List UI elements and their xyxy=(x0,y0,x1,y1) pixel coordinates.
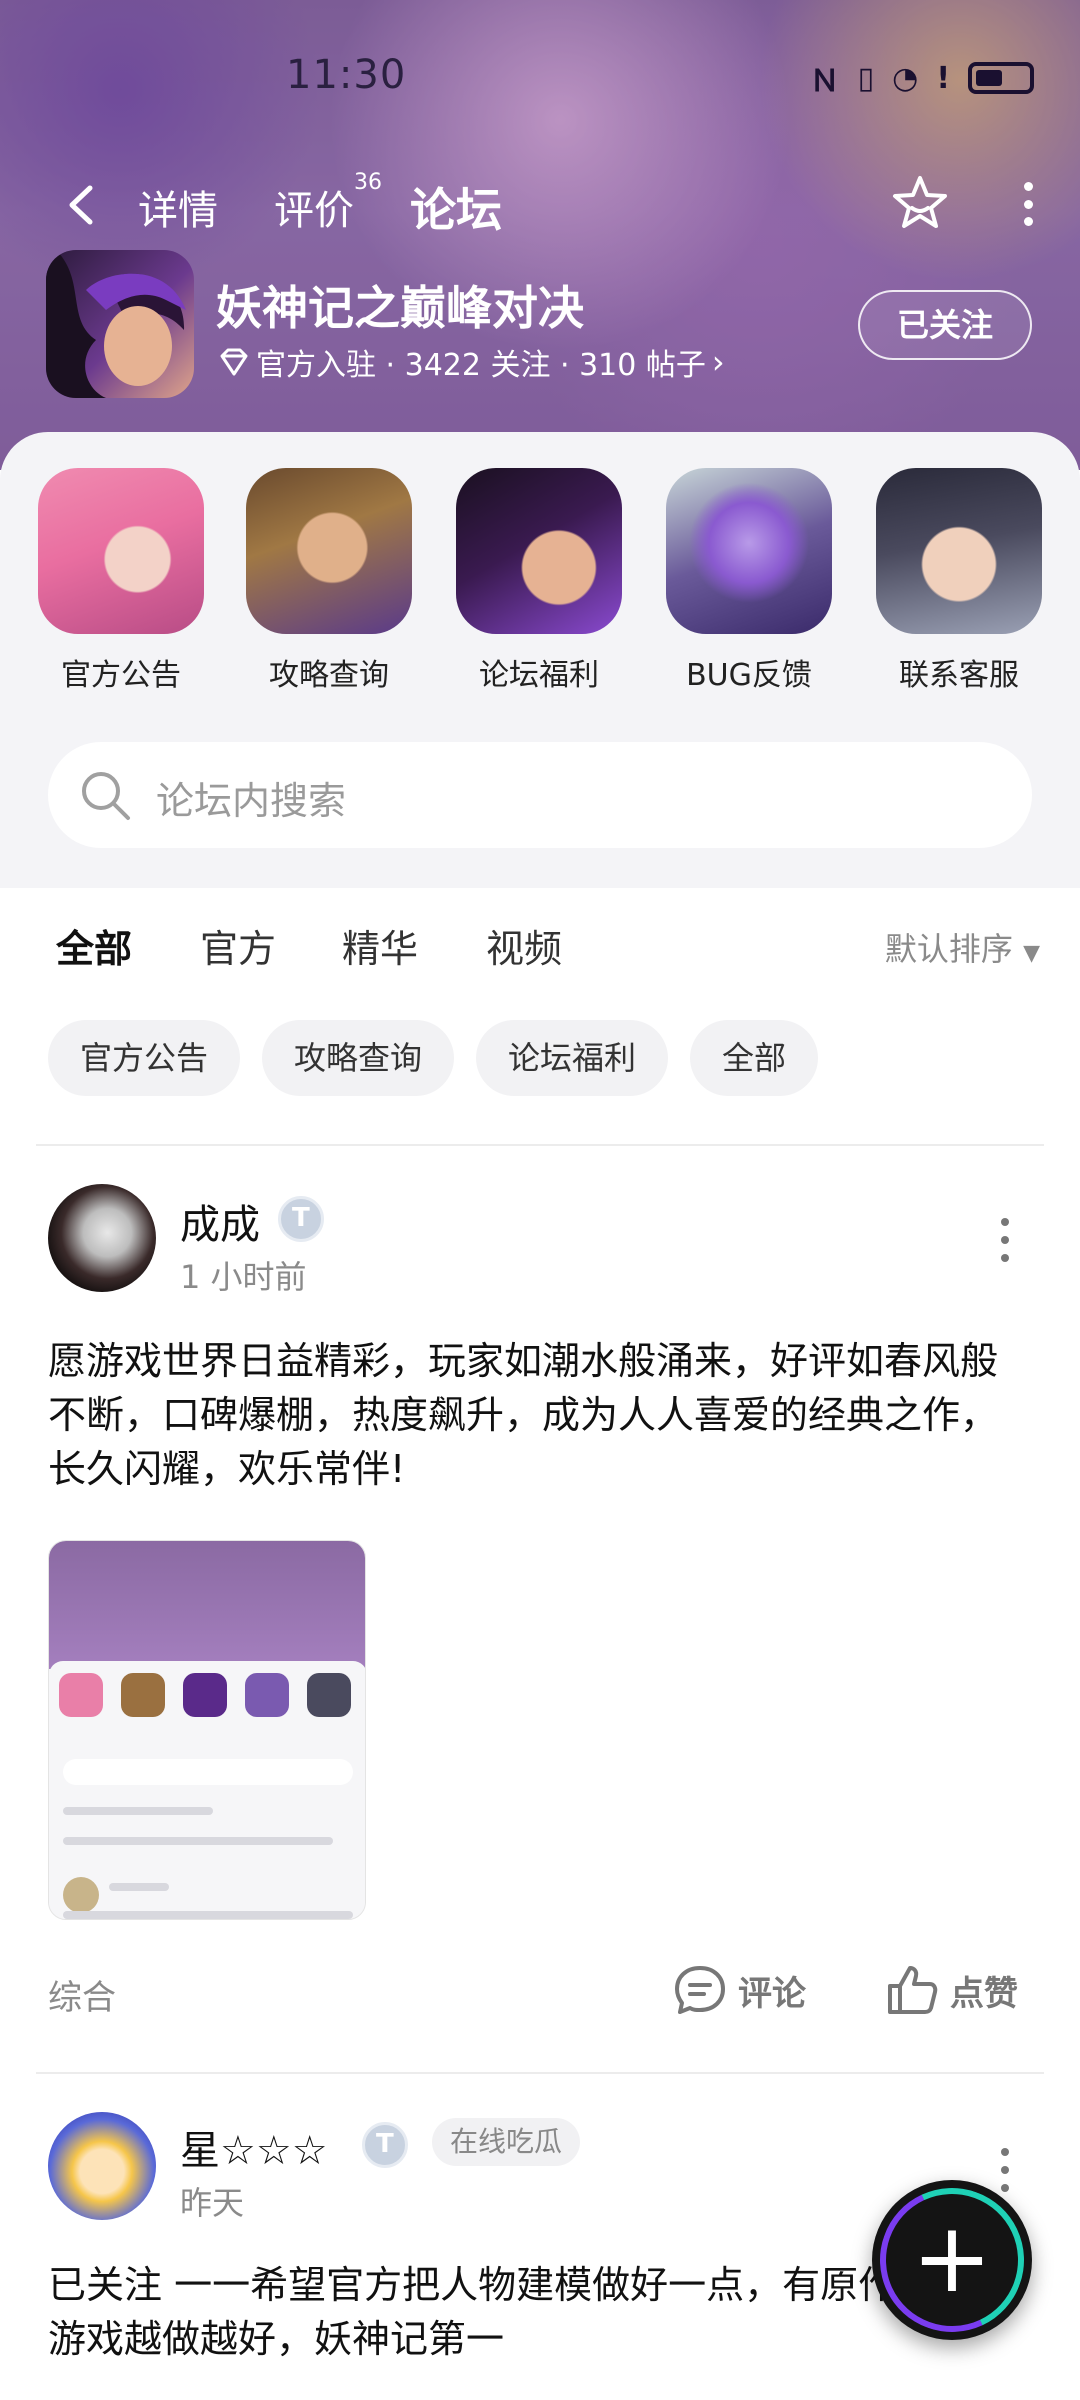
shortcut-bug-report[interactable]: BUG反馈 xyxy=(664,468,834,694)
game-stats[interactable]: 官方入驻 · 3422 关注 · 310 帖子 › xyxy=(218,340,725,384)
alert-icon: ! xyxy=(936,60,950,96)
image-thumbnail-header xyxy=(49,1541,365,1669)
game-icon xyxy=(46,250,194,398)
tab-details[interactable]: 详情 xyxy=(138,178,218,236)
shortcut-thumb-pink-hair-character xyxy=(38,468,204,634)
filter-tab-video[interactable]: 视频 xyxy=(486,918,562,973)
review-count-badge: 36 xyxy=(354,170,382,195)
post-author[interactable]: 星☆☆☆ xyxy=(180,2118,328,2176)
image-chips-line xyxy=(63,1837,333,1845)
comment-button[interactable]: 评论 xyxy=(672,1962,806,2018)
avatar[interactable] xyxy=(48,2112,156,2220)
filter-tab-official[interactable]: 官方 xyxy=(200,918,276,973)
tab-forum[interactable]: 论坛 xyxy=(408,174,504,240)
nfc-icon: Ｎ xyxy=(809,64,840,99)
shortcut-panel: 官方公告 攻略查询 论坛福利 BUG反馈 联系客服 论坛内搜索 xyxy=(0,432,1080,888)
image-thumb-3 xyxy=(183,1673,227,1717)
chip-official-announcement[interactable]: 官方公告 xyxy=(48,1020,241,1096)
top-nav: 详情 评价 36 论坛 xyxy=(0,170,1080,240)
post-divider xyxy=(36,2072,1044,2074)
filter-tab-featured[interactable]: 精华 xyxy=(342,918,418,973)
image-tabs-line xyxy=(63,1807,213,1815)
forum-header: 11:30 Ｎ ▯ ◔ ! 详情 评价 36 论坛 妖神记之巅峰对决 官方入驻 … xyxy=(0,0,1080,470)
battery-icon xyxy=(968,62,1034,94)
chip-strategy-guide[interactable]: 攻略查询 xyxy=(262,1020,455,1096)
forum-search-box[interactable]: 论坛内搜索 xyxy=(48,742,1032,848)
filter-tabs: 全部 官方 精华 视频 默认排序 ▼ xyxy=(0,900,1080,996)
status-icons: Ｎ ▯ ◔ ! xyxy=(810,56,1034,100)
image-thumb-1 xyxy=(59,1673,103,1717)
category-chips: 官方公告 攻略查询 论坛福利 全部 xyxy=(48,1020,819,1096)
status-time: 11:30 xyxy=(286,52,407,98)
create-post-button[interactable]: + xyxy=(872,2180,1032,2340)
status-bar: 11:30 Ｎ ▯ ◔ ! xyxy=(0,52,1080,102)
shortcut-strategy-guide[interactable]: 攻略查询 xyxy=(244,468,414,694)
section-divider xyxy=(36,1144,1044,1146)
follow-button[interactable]: 已关注 xyxy=(858,290,1032,360)
post-author[interactable]: 成成 xyxy=(180,1192,260,1250)
sort-dropdown[interactable]: 默认排序 ▼ xyxy=(885,924,1040,970)
chip-all[interactable]: 全部 xyxy=(690,1020,819,1096)
thumbs-up-icon xyxy=(888,1966,938,2014)
chip-forum-rewards[interactable]: 论坛福利 xyxy=(476,1020,669,1096)
shortcut-official-announcement[interactable]: 官方公告 xyxy=(36,468,206,694)
wifi-icon: ◔ xyxy=(892,60,919,96)
shortcut-forum-rewards[interactable]: 论坛福利 xyxy=(454,468,624,694)
image-user-line xyxy=(109,1883,169,1891)
caret-down-icon: ▼ xyxy=(1023,941,1040,966)
filter-tab-all[interactable]: 全部 xyxy=(56,918,132,977)
level-badge-icon xyxy=(362,2122,408,2168)
shortcut-thumb-girl-character xyxy=(876,468,1042,634)
search-icon xyxy=(82,772,130,820)
image-avatar xyxy=(63,1877,99,1913)
post-content[interactable]: 愿游戏世界日益精彩，玩家如潮水般涌来，好评如春风般不断，口碑爆棚，热度飙升，成为… xyxy=(48,1334,1032,1496)
post-more-icon[interactable] xyxy=(999,1218,1011,1262)
image-thumb-5 xyxy=(307,1673,351,1717)
shortcut-thumb-beast-creature xyxy=(666,468,832,634)
back-arrow-icon[interactable] xyxy=(58,180,108,230)
shortcut-thumb-warrior-character xyxy=(246,468,412,634)
image-search-bar xyxy=(63,1759,353,1785)
user-status-badge: 在线吃瓜 xyxy=(432,2118,581,2166)
avatar[interactable] xyxy=(48,1184,156,1292)
shortcut-thumb-dark-hair-character xyxy=(456,468,622,634)
vibrate-icon: ▯ xyxy=(857,60,875,96)
more-options-icon[interactable] xyxy=(1016,182,1040,226)
chevron-right-icon: › xyxy=(711,343,725,381)
like-button[interactable]: 点赞 xyxy=(884,1962,1018,2018)
shortcut-customer-service[interactable]: 联系客服 xyxy=(874,468,1044,694)
image-thumbnail-panel xyxy=(49,1661,365,1919)
plus-icon: + xyxy=(911,2202,993,2314)
level-badge-icon xyxy=(278,1196,324,1242)
tab-reviews[interactable]: 评价 36 xyxy=(274,170,382,236)
comment-icon xyxy=(675,1966,725,2014)
image-thumb-2 xyxy=(121,1673,165,1717)
search-placeholder: 论坛内搜索 xyxy=(156,779,347,823)
favorite-star-icon[interactable] xyxy=(888,172,952,236)
game-title: 妖神记之巅峰对决 xyxy=(216,281,584,335)
image-thumb-4 xyxy=(245,1673,289,1717)
post-time: 昨天 xyxy=(180,2184,245,2222)
image-text-line xyxy=(63,1911,353,1919)
post-category-tag[interactable]: 综合 xyxy=(48,1970,116,2019)
diamond-icon xyxy=(220,348,248,376)
post-image-screenshot[interactable] xyxy=(48,1540,366,1920)
post-time: 1 小时前 xyxy=(180,1258,307,1296)
